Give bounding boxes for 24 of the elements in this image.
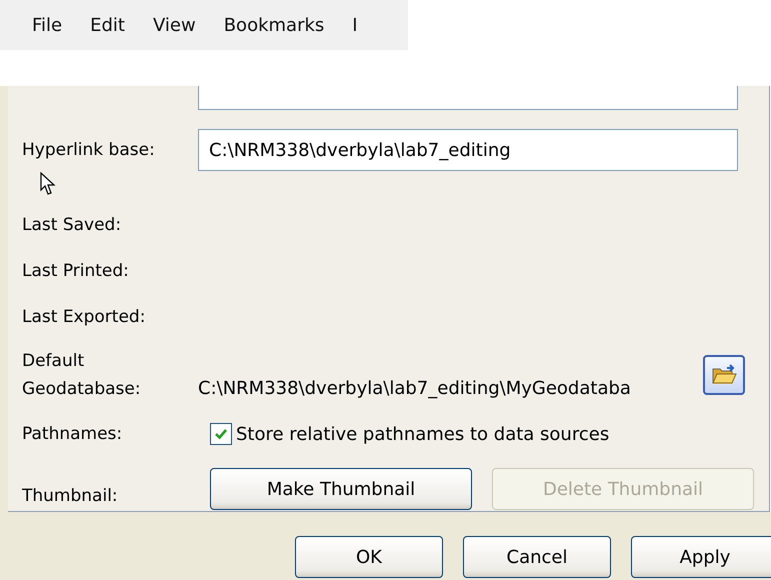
dialog-button[interactable]: Cancel <box>463 536 611 578</box>
menu-item[interactable]: I <box>352 14 358 36</box>
dialog-button[interactable]: OK <box>295 536 443 578</box>
field-label: Thumbnail: <box>22 486 119 506</box>
field-label: Default Geodatabase: <box>22 350 142 401</box>
dialog-button[interactable]: Apply <box>631 536 771 578</box>
info-label: Last Exported: <box>22 307 146 327</box>
menu-item[interactable]: Edit <box>90 14 125 36</box>
checkbox-label: Store relative pathnames to data sources <box>236 424 610 444</box>
hyperlink-base-field[interactable]: C:\NRM338\dverbyla\lab7_editing <box>198 129 738 171</box>
tags-field[interactable] <box>198 86 738 110</box>
menu-item[interactable]: Bookmarks <box>224 14 324 36</box>
checkmark-icon <box>214 427 228 441</box>
info-label: Last Saved: <box>22 215 122 235</box>
info-label: Last Printed: <box>22 261 130 281</box>
browse-folder-button[interactable] <box>703 355 745 395</box>
field-label: Hyperlink base: <box>22 140 156 160</box>
geodatabase-path: C:\NRM338\dverbyla\lab7_editing\MyGeodataba <box>198 378 632 398</box>
field-label: Pathnames: <box>22 424 124 444</box>
checkbox[interactable] <box>210 423 232 445</box>
make-thumbnail-button[interactable]: Make Thumbnail <box>210 468 472 510</box>
menu-item[interactable]: File <box>32 14 62 36</box>
menu-item[interactable]: View <box>152 14 196 36</box>
mouse-cursor-icon <box>40 172 56 196</box>
